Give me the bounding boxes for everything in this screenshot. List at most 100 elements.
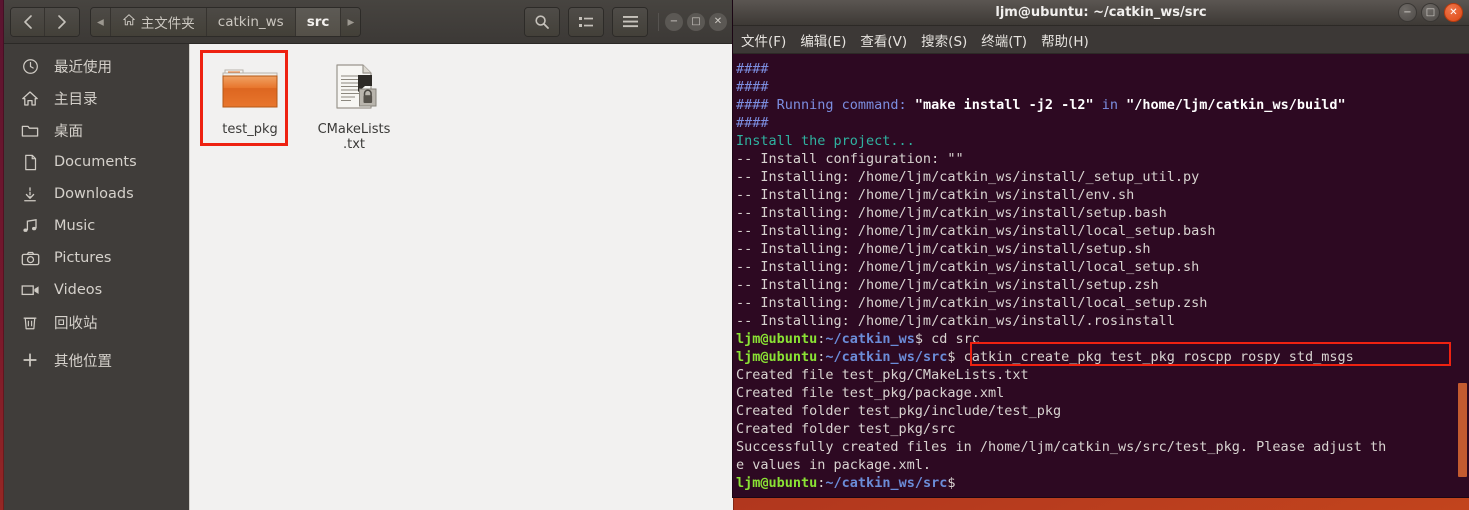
terminal-text: -- Installing: /home/ljm/catkin_ws/insta… <box>736 187 1135 203</box>
terminal-text: in <box>1093 97 1127 113</box>
terminal-text: Created folder test_pkg/src <box>736 421 956 437</box>
back-button[interactable] <box>11 7 45 36</box>
menu-item-edit[interactable]: 编辑(E) <box>800 30 846 50</box>
sidebar-item-pictures[interactable]: Pictures <box>4 242 189 274</box>
home-icon <box>20 90 40 107</box>
breadcrumb-item-home[interactable]: 主文件夹 <box>110 7 207 36</box>
terminal-text: ~/catkin_ws <box>825 331 915 347</box>
menu-item-file[interactable]: 文件(F) <box>741 30 786 50</box>
plus-icon <box>20 352 40 368</box>
terminal-line: -- Installing: /home/ljm/catkin_ws/insta… <box>736 186 1469 204</box>
camera-icon <box>20 251 40 266</box>
menu-item-terminal[interactable]: 终端(T) <box>981 30 1027 50</box>
search-button-group <box>524 6 560 37</box>
hamburger-menu-button[interactable] <box>613 7 647 36</box>
terminal-text: -- Installing: /home/ljm/catkin_ws/insta… <box>736 277 1159 293</box>
sidebar-item-trash[interactable]: 回收站 <box>4 306 189 338</box>
sidebar-item-music[interactable]: Music <box>4 210 189 242</box>
breadcrumb-item-catkin-ws[interactable]: catkin_ws <box>206 7 296 36</box>
terminal-text: ljm@ubuntu <box>736 475 818 491</box>
terminal-text: $ <box>947 475 956 491</box>
trash-icon <box>20 314 40 331</box>
terminal-line: ljm@ubuntu:~/catkin_ws$ cd src <box>736 330 1469 348</box>
breadcrumb-item-label: src <box>306 13 330 30</box>
breadcrumb-item-src[interactable]: src <box>295 7 342 36</box>
close-button[interactable]: ✕ <box>709 12 727 31</box>
sidebar-item-recent[interactable]: 最近使用 <box>4 50 189 82</box>
maximize-button[interactable]: □ <box>1421 3 1440 22</box>
sidebar-item-videos[interactable]: Videos <box>4 274 189 306</box>
file-list-area[interactable]: test_pkg CMakeLists .txt <box>189 44 733 510</box>
breadcrumb-scroll-left[interactable]: ◂ <box>91 7 111 36</box>
breadcrumb-scroll-right[interactable]: ▸ <box>341 7 361 36</box>
text-file-icon <box>329 62 379 116</box>
terminal-text: Created folder test_pkg/include/test_pkg <box>736 403 1062 419</box>
terminal-text: #### <box>736 115 769 131</box>
file-item-cmakelists[interactable]: CMakeLists .txt <box>306 56 402 161</box>
terminal-line: e values in package.xml. <box>736 456 1469 474</box>
search-icon <box>534 14 550 30</box>
terminal-text: #### Running command: <box>736 97 915 113</box>
folder-icon <box>20 123 40 138</box>
breadcrumb: ◂ 主文件夹 catkin_ws src ▸ <box>90 6 362 37</box>
list-view-icon <box>578 15 594 29</box>
terminal-text: -- Installing: /home/ljm/catkin_ws/insta… <box>736 169 1200 185</box>
chevron-left-icon: ◂ <box>97 13 104 30</box>
terminal-output[interactable]: #### #### #### Running command: "make inst… <box>733 54 1469 497</box>
terminal-text: "make install -j2 -l2" <box>914 97 1094 113</box>
chevron-right-icon: ▸ <box>347 13 355 30</box>
file-manager-header: ◂ 主文件夹 catkin_ws src ▸ − □ ✕ <box>4 0 733 44</box>
minimize-button[interactable]: − <box>1398 3 1417 22</box>
file-item-test-pkg[interactable]: test_pkg <box>202 56 298 145</box>
file-item-label: CMakeLists .txt <box>317 122 391 153</box>
menu-item-view[interactable]: 查看(V) <box>860 30 907 50</box>
terminal-text: -- Installing: /home/ljm/catkin_ws/insta… <box>736 295 1208 311</box>
breadcrumb-item-label: catkin_ws <box>217 13 284 30</box>
terminal-line: -- Installing: /home/ljm/catkin_ws/insta… <box>736 204 1469 222</box>
sidebar-item-downloads[interactable]: Downloads <box>4 178 189 210</box>
terminal-title: ljm@ubuntu: ~/catkin_ws/src <box>995 5 1207 20</box>
terminal-text: e values in package.xml. <box>736 457 932 473</box>
terminal-line: -- Installing: /home/ljm/catkin_ws/insta… <box>736 240 1469 258</box>
terminal-text: "/home/ljm/catkin_ws/build" <box>1126 97 1346 113</box>
file-manager-window-controls: − □ ✕ <box>658 12 727 31</box>
home-icon <box>122 13 136 31</box>
sidebar-item-documents[interactable]: Documents <box>4 146 189 178</box>
clock-icon <box>20 58 40 75</box>
terminal-line: ljm@ubuntu:~/catkin_ws/src$ <box>736 474 1469 492</box>
sidebar-item-label: Pictures <box>54 250 112 266</box>
file-manager-body: 最近使用 主目录 桌面 Documents Downloads Music Pi… <box>4 44 733 510</box>
terminal-text: -- Installing: /home/ljm/catkin_ws/insta… <box>736 205 1167 221</box>
sidebar-item-label: 其他位置 <box>54 353 112 370</box>
hamburger-menu-icon <box>622 15 639 28</box>
minimize-button[interactable]: − <box>665 12 683 31</box>
maximize-button[interactable]: □ <box>687 12 705 31</box>
sidebar-item-label: 主目录 <box>54 91 98 108</box>
sidebar-item-label: Videos <box>54 282 103 298</box>
terminal-line: -- Installing: /home/ljm/catkin_ws/insta… <box>736 294 1469 312</box>
terminal-line: -- Installing: /home/ljm/catkin_ws/insta… <box>736 222 1469 240</box>
terminal-line: -- Installing: /home/ljm/catkin_ws/insta… <box>736 258 1469 276</box>
menu-item-help[interactable]: 帮助(H) <box>1041 30 1089 50</box>
screen: ◂ 主文件夹 catkin_ws src ▸ − □ ✕ 最近使用 主目录 桌面… <box>0 0 1469 510</box>
terminal-text: $ catkin_create_pkg test_pkg roscpp rosp… <box>947 349 1354 365</box>
nav-button-group <box>10 6 80 37</box>
menu-item-search[interactable]: 搜索(S) <box>921 30 967 50</box>
close-button[interactable]: ✕ <box>1444 3 1463 22</box>
sidebar-item-desktop[interactable]: 桌面 <box>4 114 189 146</box>
terminal-line: Successfully created files in /home/ljm/… <box>736 438 1469 456</box>
terminal-line: #### <box>736 60 1469 78</box>
search-button[interactable] <box>525 7 559 36</box>
sidebar: 最近使用 主目录 桌面 Documents Downloads Music Pi… <box>4 44 189 510</box>
list-view-button[interactable] <box>569 7 603 36</box>
terminal-text: Created file test_pkg/CMakeLists.txt <box>736 367 1029 383</box>
download-icon <box>20 186 40 203</box>
sidebar-item-home[interactable]: 主目录 <box>4 82 189 114</box>
forward-button[interactable] <box>45 7 79 36</box>
sidebar-item-other-locations[interactable]: 其他位置 <box>4 344 189 376</box>
terminal-text: ~/catkin_ws/src <box>825 475 948 491</box>
terminal-line: Install the project... <box>736 132 1469 150</box>
terminal-titlebar: ljm@ubuntu: ~/catkin_ws/src − □ ✕ <box>733 0 1469 26</box>
terminal-scrollbar[interactable] <box>1458 383 1467 477</box>
sidebar-item-label: 桌面 <box>54 123 83 140</box>
